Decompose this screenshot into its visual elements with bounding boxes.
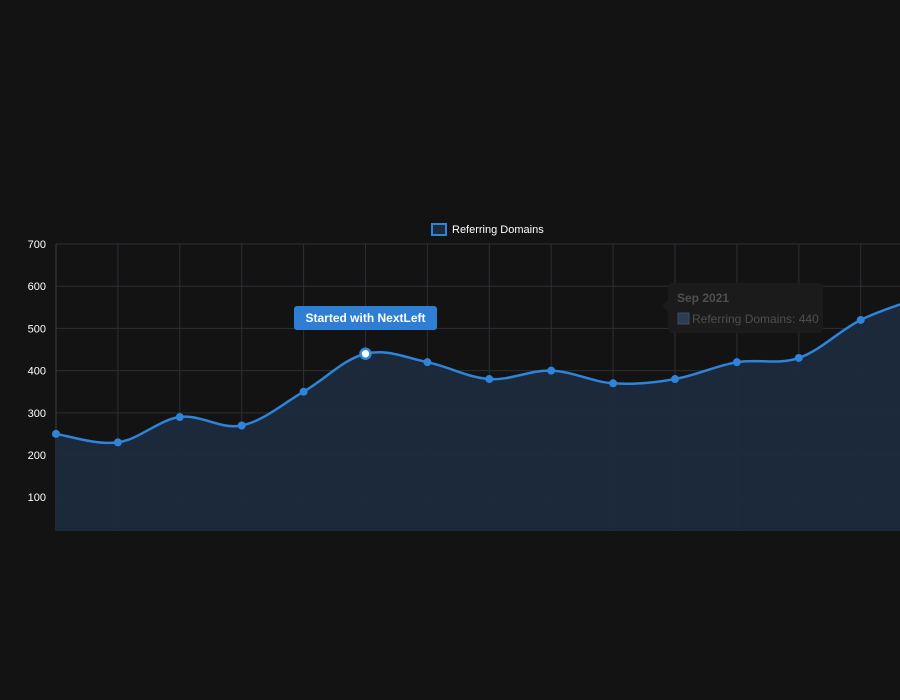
legend-label: Referring Domains (452, 224, 544, 236)
data-point[interactable] (113, 438, 122, 447)
data-point[interactable] (732, 358, 741, 367)
y-tick-label: 200 (28, 450, 46, 462)
tooltip-title: Sep 2021 (677, 291, 729, 305)
data-point[interactable] (299, 387, 308, 396)
tooltip-caret (662, 300, 668, 312)
y-tick-label: 100 (28, 492, 46, 504)
data-point[interactable] (175, 413, 184, 422)
legend-swatch (431, 223, 447, 236)
annotation: Started with NextLeft (294, 306, 437, 330)
chart-canvas: 100 200 300 400 500 600 700 Referring Domains … (0, 0, 900, 700)
data-point[interactable] (547, 366, 556, 375)
tooltip-line: Referring Domains: 440 (692, 312, 819, 326)
data-point[interactable] (609, 379, 618, 388)
annotation-label: Started with NextLeft (305, 311, 425, 325)
tooltip-swatch (677, 312, 690, 325)
data-point[interactable] (671, 375, 679, 384)
data-point[interactable] (856, 315, 865, 324)
data-point[interactable] (423, 358, 432, 367)
data-point-highlight[interactable] (359, 347, 372, 360)
y-tick-labels: 100 200 300 400 500 600 700 (28, 239, 46, 504)
y-tick-label: 400 (28, 366, 46, 378)
tooltip: Sep 2021 Referring Domains: 440 (662, 283, 823, 333)
data-point[interactable] (485, 375, 494, 384)
y-tick-label: 600 (28, 281, 46, 293)
referring-domains-chart: 100200300400500600700 Referring Domains … (28, 223, 900, 531)
y-tick-label: 500 (28, 323, 46, 335)
legend[interactable]: Referring Domains (431, 223, 544, 236)
y-tick-label: 300 (28, 408, 46, 420)
data-point[interactable] (52, 429, 60, 438)
y-tick-label: 700 (28, 239, 46, 251)
data-point[interactable] (237, 421, 246, 430)
data-point[interactable] (794, 353, 803, 362)
